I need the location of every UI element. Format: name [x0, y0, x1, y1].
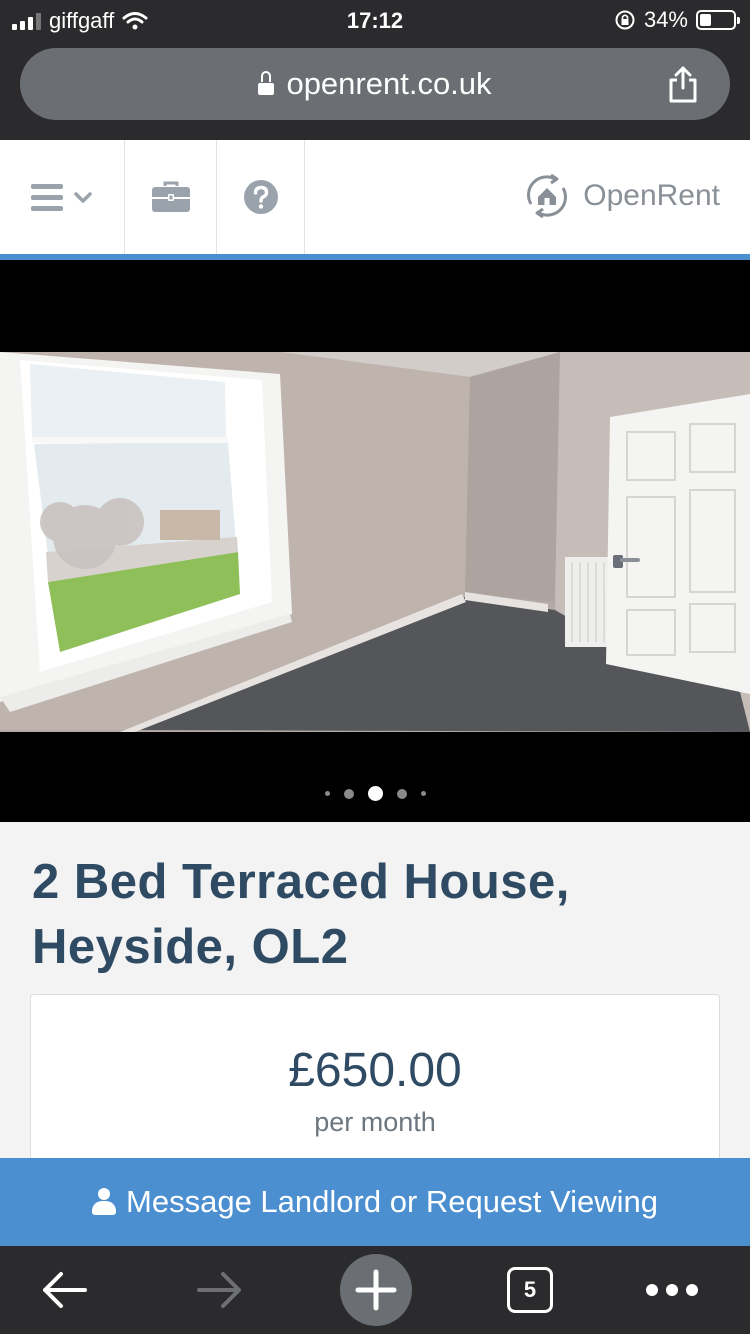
carousel-dot[interactable] — [324, 791, 330, 796]
battery-fill — [700, 14, 711, 26]
browser-toolbar: 5 — [0, 1246, 750, 1334]
user-icon — [92, 1188, 117, 1216]
chevron-down-icon — [74, 192, 92, 203]
price-card: £650.00 per month — [30, 994, 720, 1174]
carousel-dot[interactable] — [343, 788, 354, 799]
share-icon[interactable] — [666, 64, 700, 104]
forward-arrow-icon — [197, 1272, 241, 1308]
carousel-indicator[interactable] — [0, 786, 750, 801]
more-dots-icon — [646, 1284, 698, 1296]
landlord-tools-button[interactable] — [125, 140, 217, 254]
battery-percentage: 34% — [643, 7, 688, 32]
forward-button[interactable] — [180, 1246, 260, 1334]
photo-carousel[interactable] — [0, 260, 750, 822]
new-tab-button[interactable] — [338, 1246, 414, 1334]
more-menu-button[interactable] — [636, 1246, 708, 1334]
listing-title-line-2: Heyside, OL2 — [32, 920, 349, 974]
message-landlord-label: Message Landlord or Request Viewing — [126, 1184, 658, 1219]
help-button[interactable] — [217, 140, 305, 254]
tabs-button[interactable]: 5 — [500, 1246, 560, 1334]
house-cycle-icon — [527, 173, 568, 219]
brand-name: OpenRent — [583, 179, 720, 212]
back-button[interactable] — [24, 1246, 104, 1334]
site-header: OpenRent — [0, 140, 750, 254]
plus-icon — [355, 1269, 397, 1311]
carousel-dot-active[interactable] — [367, 786, 383, 801]
rent-period: per month — [314, 1107, 436, 1137]
bedroom-photo — [0, 352, 750, 732]
menu-button[interactable] — [0, 140, 125, 254]
address-bar[interactable]: openrent.co.uk — [20, 48, 730, 120]
help-icon — [243, 180, 278, 214]
briefcase-icon — [151, 181, 190, 212]
openrent-logo[interactable]: OpenRent — [521, 170, 720, 222]
listing-title-line-1: 2 Bed Terraced House, — [32, 855, 570, 909]
carousel-dot[interactable] — [396, 788, 407, 799]
orientation-lock-icon — [615, 10, 635, 30]
back-arrow-icon — [43, 1272, 87, 1308]
status-right: 34% — [614, 7, 740, 33]
carousel-dot[interactable] — [420, 791, 426, 796]
listing-content: 2 Bed Terraced House, Heyside, OL2 £650.… — [0, 822, 750, 1174]
menu-icon — [31, 183, 63, 211]
tab-count: 5 — [507, 1267, 553, 1313]
rent-price: £650.00 — [288, 1044, 462, 1097]
status-bar: giffgaff 17:12 34% — [0, 0, 750, 42]
lock-icon — [258, 71, 275, 95]
battery-icon — [696, 10, 740, 30]
message-landlord-button[interactable]: Message Landlord or Request Viewing — [0, 1158, 750, 1246]
browser-address-area: openrent.co.uk — [0, 42, 750, 140]
url-text[interactable]: openrent.co.uk — [286, 66, 491, 102]
property-photo[interactable] — [0, 352, 750, 732]
listing-title: 2 Bed Terraced House, Heyside, OL2 — [32, 850, 732, 980]
new-tab-circle — [340, 1254, 412, 1326]
